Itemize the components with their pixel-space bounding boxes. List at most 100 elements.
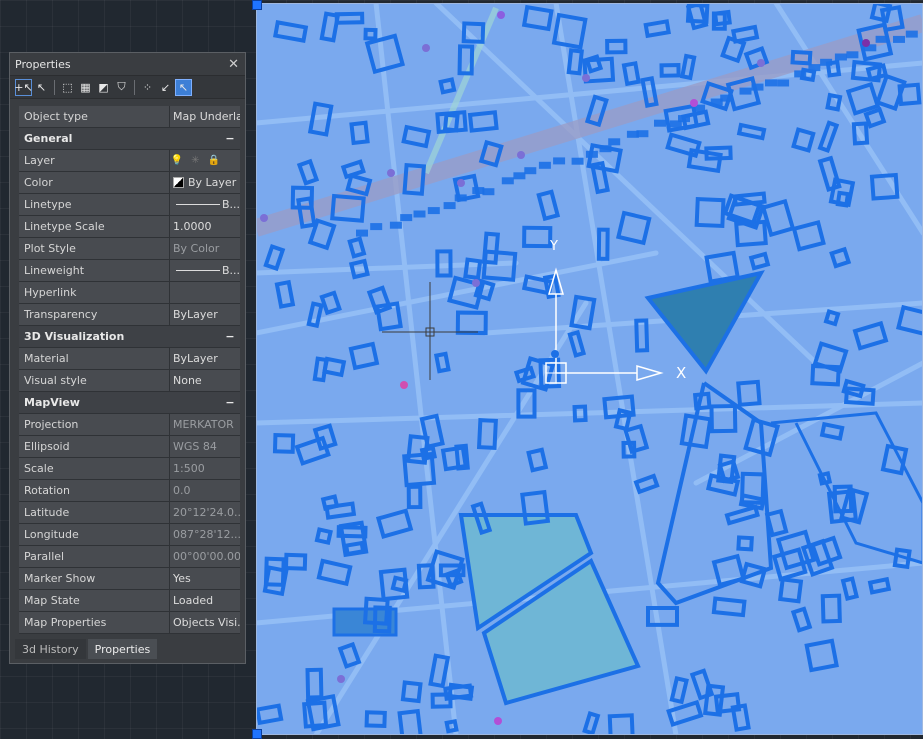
collapse-icon[interactable]: − [220, 392, 240, 413]
property-value[interactable]: B... [170, 194, 240, 215]
category-label: 3D Visualization [19, 326, 220, 347]
building [820, 59, 832, 66]
property-row-scale[interactable]: Scale1:500 [19, 458, 240, 480]
property-row-visual-style[interactable]: Visual styleNone [19, 370, 240, 392]
property-row-ellipsoid[interactable]: EllipsoidWGS 84 [19, 436, 240, 458]
property-value[interactable]: 1.0000 [170, 216, 240, 237]
ucs-x-label: X [676, 364, 686, 382]
poi-marker-icon [862, 39, 870, 47]
property-label: Plot Style [19, 238, 170, 259]
drawing-canvas[interactable]: Y X Properties ✕ +↖↖⬚▦◩⛉⁘↙↖ Object typeM… [0, 0, 923, 738]
property-row-lineweight[interactable]: LineweightB... [19, 260, 240, 282]
lock-icon[interactable]: 🔒 [208, 155, 220, 166]
poi-marker-icon [387, 169, 395, 177]
close-icon[interactable]: ✕ [228, 57, 239, 72]
grip-top-left[interactable] [252, 0, 262, 10]
property-row-map-properties[interactable]: Map PropertiesObjects Visi... [19, 612, 240, 634]
property-value[interactable] [170, 282, 240, 303]
category-mapview[interactable]: MapView− [19, 392, 240, 414]
property-value: 20°12'24.0... [170, 502, 240, 523]
window-select-icon[interactable]: ⬚ [59, 79, 76, 96]
property-value[interactable]: Objects Visi... [170, 612, 240, 633]
property-value[interactable]: None [170, 370, 240, 391]
property-value-text: Objects Visi... [173, 616, 240, 629]
property-value[interactable]: By Layer [170, 172, 240, 193]
property-row-layer[interactable]: Layer💡✳🔒 [19, 150, 240, 172]
property-row-object-type[interactable]: Object typeMap Underlay [19, 106, 240, 128]
tab-3d-history[interactable]: 3d History [15, 639, 86, 659]
property-row-color[interactable]: ColorBy Layer [19, 172, 240, 194]
building [370, 223, 382, 230]
poi-marker-icon [260, 214, 268, 222]
property-label: Latitude [19, 502, 170, 523]
property-value[interactable]: Loaded [170, 590, 240, 611]
building [835, 54, 847, 61]
property-value-text: By Color [173, 242, 219, 255]
deselect-icon[interactable]: ↙ [157, 79, 174, 96]
property-value[interactable]: 💡 ✳ 🔒 [170, 150, 240, 171]
sun-icon[interactable]: ✳ [191, 155, 199, 166]
property-row-linetype-scale[interactable]: Linetype Scale1.0000 [19, 216, 240, 238]
property-row-plot-style[interactable]: Plot StyleBy Color [19, 238, 240, 260]
building [893, 36, 905, 43]
building [765, 79, 777, 86]
property-row-hyperlink[interactable]: Hyperlink [19, 282, 240, 304]
property-value: By Color [170, 238, 240, 259]
ucs-icon: Y X [535, 236, 695, 386]
property-row-projection[interactable]: ProjectionMERKATOR [19, 414, 240, 436]
pick-point-icon[interactable]: ↖ [175, 79, 192, 96]
lightbulb-icon[interactable]: 💡 [171, 155, 183, 166]
properties-palette[interactable]: Properties ✕ +↖↖⬚▦◩⛉⁘↙↖ Object typeMap U… [9, 52, 246, 664]
property-value[interactable]: Map Underlay [170, 106, 240, 127]
property-value-text: B... [222, 264, 240, 277]
property-value: 1:500 [170, 458, 240, 479]
color-swatch [173, 177, 184, 188]
property-label: Linetype [19, 194, 170, 215]
building [390, 222, 402, 229]
property-row-linetype[interactable]: LinetypeB... [19, 194, 240, 216]
collapse-icon[interactable]: − [220, 326, 240, 347]
crossing-select-icon[interactable]: ▦ [77, 79, 94, 96]
property-row-marker-show[interactable]: Marker ShowYes [19, 568, 240, 590]
property-row-longitude[interactable]: Longitude087°28'12.... [19, 524, 240, 546]
category-label: General [19, 128, 220, 149]
quick-select-icon[interactable]: ⛉ [113, 79, 130, 96]
line-sample [176, 204, 220, 205]
property-label: Material [19, 348, 170, 369]
crosshair-cursor [380, 282, 480, 382]
property-label: Linetype Scale [19, 216, 170, 237]
poi-marker-icon [497, 11, 505, 19]
property-value-text: Map Underlay [173, 110, 240, 123]
palette-title: Properties [15, 58, 71, 71]
property-value-text: Yes [173, 572, 191, 585]
property-value[interactable]: ByLayer [170, 348, 240, 369]
property-row-transparency[interactable]: TransparencyByLayer [19, 304, 240, 326]
property-value-text: 00°00'00.00"S [173, 550, 240, 563]
building [586, 151, 598, 158]
property-row-map-state[interactable]: Map StateLoaded [19, 590, 240, 612]
property-row-material[interactable]: MaterialByLayer [19, 348, 240, 370]
category-3d-visualization[interactable]: 3D Visualization− [19, 326, 240, 348]
property-value-text: MERKATOR [173, 418, 234, 431]
select-arrow-icon[interactable]: ↖ [33, 79, 50, 96]
property-value[interactable]: ByLayer [170, 304, 240, 325]
poi-marker-icon [422, 44, 430, 52]
category-general[interactable]: General− [19, 128, 240, 150]
select-similar-icon[interactable]: ⁘ [139, 79, 156, 96]
add-selection-icon[interactable]: +↖ [15, 79, 32, 96]
property-value[interactable]: B... [170, 260, 240, 281]
property-value-text: 0.0 [173, 484, 191, 497]
property-value[interactable]: Yes [170, 568, 240, 589]
collapse-icon[interactable]: − [220, 128, 240, 149]
property-value-text: Loaded [173, 594, 213, 607]
tab-properties[interactable]: Properties [88, 639, 158, 659]
toggle-pickadd-icon[interactable]: ◩ [95, 79, 112, 96]
property-row-rotation[interactable]: Rotation0.0 [19, 480, 240, 502]
property-row-parallel[interactable]: Parallel00°00'00.00"S [19, 546, 240, 568]
property-row-latitude[interactable]: Latitude20°12'24.0... [19, 502, 240, 524]
property-label: Transparency [19, 304, 170, 325]
poi-marker-icon [582, 74, 590, 82]
property-value-text: 087°28'12.... [173, 528, 240, 541]
palette-titlebar[interactable]: Properties ✕ [10, 53, 245, 75]
building [654, 120, 666, 127]
